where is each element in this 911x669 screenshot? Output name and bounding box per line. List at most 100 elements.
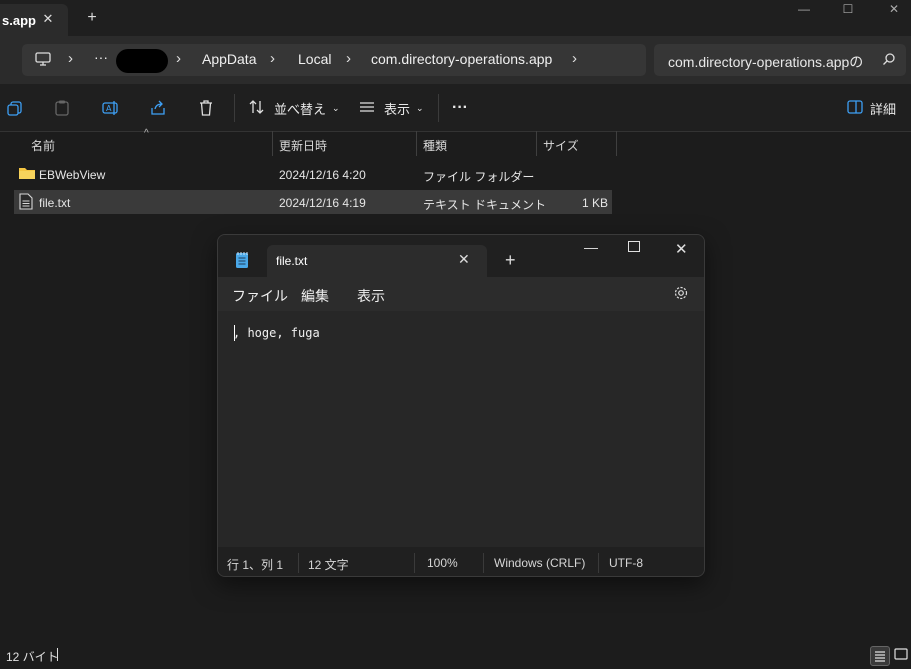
- file-type: テキスト ドキュメント: [423, 198, 546, 212]
- status-divider: [598, 553, 599, 573]
- rename-icon[interactable]: A: [101, 99, 119, 117]
- file-modified: 2024/12/16 4:19: [279, 196, 366, 210]
- breadcrumb-appdata[interactable]: AppData: [202, 51, 256, 67]
- address-bar[interactable]: › ··· › AppData › Local › com.directory-…: [22, 44, 646, 76]
- maximize-icon[interactable]: ☐: [828, 2, 868, 20]
- file-size: 1 KB: [581, 196, 608, 210]
- address-row: › ··· › AppData › Local › com.directory-…: [0, 36, 911, 84]
- chevron-right-icon[interactable]: ›: [572, 50, 577, 67]
- notepad-title-bar: file.txt ✕ + — ✕: [218, 235, 704, 277]
- status-text: 12 バイト: [6, 650, 59, 664]
- column-header-type[interactable]: 種類: [423, 137, 447, 154]
- details-label: 詳細: [870, 101, 897, 117]
- text-file-icon: [19, 193, 33, 213]
- breadcrumb-ellipsis[interactable]: ···: [94, 49, 108, 65]
- sort-icon: [248, 98, 266, 119]
- divider: [438, 94, 439, 122]
- notepad-status-bar: 行 1、列 1 12 文字 100% Windows (CRLF) UTF-8: [218, 547, 704, 576]
- file-row-selected[interactable]: file.txt 2024/12/16 4:19 テキスト ドキュメント 1 K…: [14, 190, 612, 214]
- explorer-tab-title: s.app: [2, 13, 36, 28]
- sort-ascending-icon: ^: [144, 128, 149, 139]
- minimize-icon[interactable]: —: [784, 2, 824, 20]
- breadcrumb-local[interactable]: Local: [298, 51, 331, 67]
- file-row[interactable]: EBWebView 2024/12/16 4:20 ファイル フォルダー: [14, 162, 612, 186]
- notepad-menu-bar: ファイル 編集 表示: [218, 277, 704, 311]
- new-tab-icon[interactable]: +: [505, 251, 516, 269]
- zoom-level[interactable]: 100%: [427, 556, 458, 570]
- status-divider: [483, 553, 484, 573]
- search-input[interactable]: com.directory-operations.appの: [668, 52, 868, 72]
- file-name: EBWebView: [39, 168, 106, 182]
- view-button[interactable]: 表示 ⌄: [358, 99, 424, 117]
- character-count: 12 文字: [308, 558, 349, 572]
- chevron-right-icon[interactable]: ›: [176, 50, 181, 67]
- column-divider[interactable]: [416, 131, 417, 156]
- column-header-modified[interactable]: 更新日時: [279, 137, 327, 154]
- large-icons-view-icon: [894, 648, 908, 660]
- encoding[interactable]: UTF-8: [609, 556, 643, 570]
- sort-button[interactable]: 並べ替え ⌄: [248, 99, 340, 117]
- close-window-icon[interactable]: ✕: [874, 2, 911, 20]
- command-bar: A 並べ替え ⌄ 表示 ⌄ ··· 詳細: [0, 84, 911, 132]
- large-icons-view-toggle[interactable]: [893, 646, 911, 666]
- maximize-icon[interactable]: [628, 241, 640, 252]
- redacted-username: [116, 49, 168, 73]
- more-options-button[interactable]: ···: [452, 99, 468, 117]
- column-divider[interactable]: [536, 131, 537, 156]
- cursor-position: 行 1、列 1: [227, 558, 284, 572]
- new-tab-icon[interactable]: +: [84, 10, 100, 26]
- details-button[interactable]: 詳細: [846, 99, 896, 117]
- document-content: , hoge, fuga: [233, 326, 320, 340]
- settings-gear-icon[interactable]: [673, 285, 689, 304]
- chevron-down-icon: ⌄: [332, 102, 340, 113]
- paste-icon[interactable]: [53, 99, 71, 117]
- close-window-icon[interactable]: ✕: [675, 240, 688, 258]
- folder-icon: [18, 165, 36, 184]
- explorer-status-bar: 12 バイト: [0, 642, 911, 669]
- file-type: ファイル フォルダー: [423, 170, 535, 184]
- breadcrumb-app[interactable]: com.directory-operations.app: [371, 51, 552, 67]
- minimize-icon[interactable]: —: [584, 239, 598, 255]
- close-tab-icon[interactable]: ✕: [40, 11, 56, 27]
- delete-icon[interactable]: [197, 99, 215, 117]
- status-divider: [298, 553, 299, 573]
- details-view-toggle[interactable]: [870, 646, 890, 666]
- chevron-right-icon[interactable]: ›: [270, 50, 275, 67]
- divider: [234, 94, 235, 122]
- notepad-window: file.txt ✕ + — ✕ ファイル 編集 表示 , hoge, fuga…: [217, 234, 705, 577]
- file-modified: 2024/12/16 4:20: [279, 168, 366, 182]
- svg-text:A: A: [106, 104, 112, 113]
- search-icon[interactable]: [882, 52, 896, 69]
- status-divider: [57, 648, 58, 661]
- notepad-app-icon: [234, 251, 250, 272]
- computer-icon[interactable]: [34, 50, 52, 71]
- details-view-icon: [875, 651, 885, 662]
- column-header-row: ^ 名前 更新日時 種類 サイズ: [0, 128, 620, 156]
- chevron-right-icon[interactable]: ›: [68, 50, 73, 67]
- view-list-icon: [358, 98, 376, 119]
- column-header-name[interactable]: 名前: [31, 137, 55, 154]
- notepad-tab[interactable]: file.txt ✕: [267, 245, 487, 277]
- column-divider[interactable]: [616, 131, 617, 156]
- column-header-size[interactable]: サイズ: [543, 137, 579, 154]
- title-bar: s.app ✕ + — ☐ ✕: [0, 0, 911, 36]
- chevron-right-icon[interactable]: ›: [346, 50, 351, 67]
- menu-edit[interactable]: 編集: [301, 286, 329, 306]
- copy-icon[interactable]: [6, 99, 24, 117]
- search-box[interactable]: com.directory-operations.appの: [654, 44, 906, 76]
- share-icon[interactable]: [149, 99, 167, 117]
- details-pane-icon: [846, 98, 864, 119]
- notepad-tab-title: file.txt: [276, 254, 308, 268]
- status-divider: [414, 553, 415, 573]
- notepad-text-area[interactable]: , hoge, fuga: [218, 311, 704, 547]
- file-name: file.txt: [39, 196, 71, 210]
- explorer-tab[interactable]: s.app ✕: [0, 4, 68, 36]
- close-tab-icon[interactable]: ✕: [458, 251, 470, 268]
- view-label: 表示: [384, 101, 411, 117]
- menu-file[interactable]: ファイル: [232, 286, 288, 306]
- sort-label: 並べ替え: [274, 101, 327, 117]
- line-ending[interactable]: Windows (CRLF): [494, 556, 585, 570]
- column-divider[interactable]: [272, 131, 273, 156]
- menu-view[interactable]: 表示: [357, 286, 385, 306]
- chevron-down-icon: ⌄: [416, 102, 424, 113]
